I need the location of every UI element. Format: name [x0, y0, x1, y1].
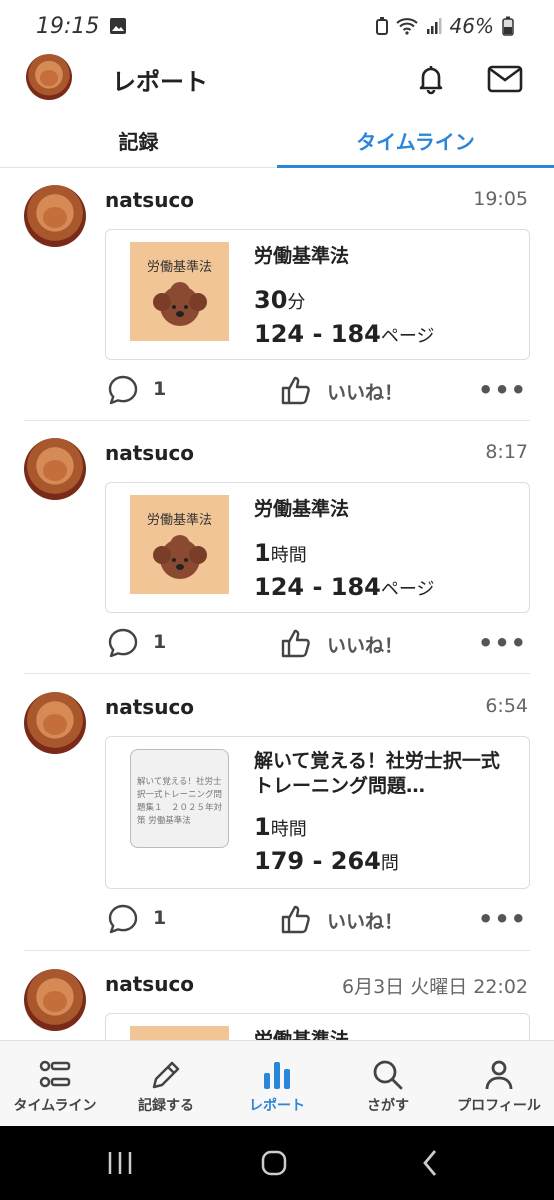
- more-options-icon[interactable]: •••: [478, 629, 527, 657]
- battery-saver-icon: [375, 17, 388, 35]
- username[interactable]: natsuco: [105, 695, 194, 719]
- more-options-icon[interactable]: •••: [478, 905, 527, 933]
- nav-label: プロフィール: [457, 1098, 541, 1114]
- bar-chart-icon: [264, 1062, 290, 1089]
- reading-record-card[interactable]: 労働基準法 労働基準法 30分 124 - 184ページ: [105, 229, 530, 360]
- username[interactable]: natsuco: [105, 441, 194, 465]
- book-title: 労働基準法: [254, 1029, 350, 1040]
- battery-percent: 46%: [449, 14, 494, 38]
- reading-record-card[interactable]: 労働基準法: [105, 1013, 530, 1040]
- comment-icon[interactable]: [107, 374, 139, 406]
- comment-count: 1: [153, 907, 167, 929]
- nav-label: さがす: [367, 1098, 409, 1114]
- nav-label: 記録する: [138, 1098, 194, 1114]
- reading-duration: 1時間: [254, 539, 307, 567]
- username[interactable]: natsuco: [105, 188, 194, 212]
- thumbs-up-icon[interactable]: [279, 902, 313, 936]
- reading-record-card[interactable]: 労働基準法 労働基準法 1時間 124 - 184ページ: [105, 482, 530, 613]
- reading-record-card[interactable]: 解いて覚える！社労士択一式トレーニング問題集１ ２０２５年対策 労働基準法 解い…: [105, 736, 530, 889]
- nav-search[interactable]: さがす: [333, 1041, 443, 1127]
- nav-report[interactable]: レポート: [222, 1041, 332, 1127]
- book-cover: 労働基準法: [130, 242, 229, 341]
- post-actions: 1 いいね！ •••: [0, 623, 554, 663]
- bell-icon[interactable]: [414, 62, 448, 96]
- thumbs-up-icon[interactable]: [279, 626, 313, 660]
- timeline-list-icon: [39, 1060, 71, 1088]
- nav-label: レポート: [249, 1098, 305, 1114]
- tab-timeline[interactable]: タイムライン: [277, 112, 554, 168]
- dog-illustration-icon: [153, 282, 207, 326]
- bottom-navigation: タイムライン 記録する レポート さがす プロフィール: [0, 1040, 554, 1126]
- user-avatar[interactable]: [24, 438, 86, 500]
- post-actions: 1 いいね！ •••: [0, 899, 554, 939]
- post-time: 6月3日 火曜日 22:02: [341, 976, 528, 998]
- person-icon: [485, 1060, 513, 1090]
- app-bar: レポート: [0, 52, 554, 104]
- comment-icon[interactable]: [107, 903, 139, 935]
- system-navigation-bar: [0, 1126, 554, 1200]
- like-button[interactable]: いいね！: [327, 631, 403, 658]
- status-bar: 19:15 46%: [0, 0, 554, 52]
- pencil-icon: [152, 1061, 180, 1089]
- search-icon: [373, 1060, 403, 1090]
- nav-label: タイムライン: [13, 1098, 97, 1114]
- cover-title: 労働基準法: [146, 260, 212, 275]
- book-cover: [130, 1026, 229, 1040]
- dog-illustration-icon: [153, 535, 207, 579]
- like-button[interactable]: いいね！: [327, 907, 403, 934]
- cover-title: 解いて覚える！社労士択一式トレーニング問題集１ ２０２５年対策 労働基準法: [137, 777, 223, 826]
- comment-count: 1: [153, 378, 167, 400]
- nav-timeline[interactable]: タイムライン: [0, 1041, 110, 1127]
- book-title: 労働基準法: [254, 498, 350, 520]
- thumbs-up-icon[interactable]: [279, 373, 313, 407]
- post-time: 19:05: [473, 188, 528, 210]
- recents-icon[interactable]: [106, 1150, 134, 1176]
- comment-icon[interactable]: [107, 627, 139, 659]
- mail-icon[interactable]: [487, 64, 523, 94]
- post-actions: 1 いいね！ •••: [0, 370, 554, 410]
- book-cover: 労働基準法: [130, 495, 229, 594]
- book-cover: 解いて覚える！社労士択一式トレーニング問題集１ ２０２５年対策 労働基準法: [130, 749, 229, 848]
- signal-icon: [426, 18, 442, 34]
- timeline-feed[interactable]: natsuco 19:05 労働基準法 労働基準法 30分 124 - 184ペ…: [0, 170, 554, 1040]
- book-title: 解いて覚える！社労士択一式トレーニング問題…: [254, 750, 500, 797]
- reading-duration: 30分: [254, 286, 306, 314]
- more-options-icon[interactable]: •••: [478, 376, 527, 404]
- back-icon[interactable]: [420, 1148, 440, 1178]
- user-avatar[interactable]: [24, 185, 86, 247]
- book-title: 労働基準法: [254, 245, 350, 267]
- post-divider: [24, 420, 530, 421]
- post-divider: [24, 950, 530, 951]
- home-icon[interactable]: [260, 1149, 288, 1177]
- post-time: 6:54: [485, 695, 528, 717]
- reading-duration: 1時間: [254, 813, 307, 841]
- profile-avatar[interactable]: [26, 54, 72, 100]
- username[interactable]: natsuco: [105, 972, 194, 996]
- tab-records[interactable]: 記録: [0, 112, 277, 168]
- nav-record[interactable]: 記録する: [111, 1041, 221, 1127]
- like-button[interactable]: いいね！: [327, 378, 403, 405]
- user-avatar[interactable]: [24, 969, 86, 1031]
- status-time: 19:15: [36, 13, 100, 39]
- tab-bar: 記録 タイムライン: [0, 112, 554, 168]
- post-time: 8:17: [485, 441, 528, 463]
- page-range: 179 - 264問: [254, 847, 399, 875]
- nav-profile[interactable]: プロフィール: [444, 1041, 554, 1127]
- user-avatar[interactable]: [24, 692, 86, 754]
- cover-title: 労働基準法: [146, 513, 212, 528]
- wifi-icon: [395, 18, 418, 35]
- battery-icon: [502, 16, 514, 36]
- comment-count: 1: [153, 631, 167, 653]
- gallery-notification-icon: [110, 18, 127, 34]
- page-range: 124 - 184ページ: [254, 320, 435, 348]
- page-title: レポート: [112, 68, 208, 96]
- page-range: 124 - 184ページ: [254, 573, 435, 601]
- post-divider: [24, 673, 530, 674]
